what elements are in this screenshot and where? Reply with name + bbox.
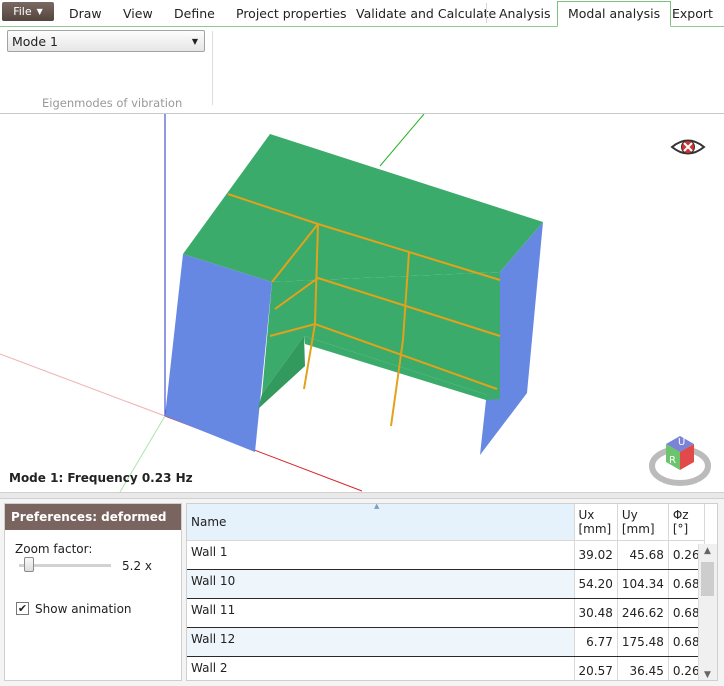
cell-ux: 39.02: [574, 540, 618, 570]
column-header-uy-label: Uy: [621, 508, 638, 522]
view-cube-icon[interactable]: U R: [648, 430, 712, 492]
cell-uy: 36.45: [617, 656, 669, 680]
file-menu-label: File: [13, 5, 32, 18]
mode-select[interactable]: Mode 1 ▼: [7, 30, 205, 52]
scroll-down-icon[interactable]: ▼: [704, 670, 711, 680]
cell-uy: 45.68: [617, 540, 669, 570]
table-row[interactable]: Wall 2 20.57 36.45 0.26: [187, 656, 705, 680]
zoom-factor-label: Zoom factor:: [15, 542, 93, 556]
menu-bar: File ▼ Draw View Define Project properti…: [0, 0, 724, 27]
column-header-ux-label: Ux: [578, 508, 595, 522]
ribbon: Mode 1 ▼ Eigenmodes of vibration: [0, 27, 724, 114]
mode-select-value: Mode 1: [12, 34, 58, 49]
column-header-uy[interactable]: Uy [mm]: [617, 504, 669, 541]
tab-draw[interactable]: Draw: [69, 6, 102, 21]
column-header-name-label: Name: [191, 515, 227, 529]
table-row[interactable]: Wall 10 54.20 104.34 0.68: [187, 569, 705, 599]
table-row[interactable]: Wall 12 6.77 175.48 0.68: [187, 627, 705, 657]
bottom-panel: Preferences: deformed view Zoom factor: …: [0, 499, 724, 686]
cell-name: Wall 11: [187, 598, 575, 628]
mode-frequency-caption: Mode 1: Frequency 0.23 Hz: [9, 471, 193, 485]
visibility-toggle-icon[interactable]: [670, 134, 706, 160]
view-cube-letter-u: U: [678, 437, 685, 448]
cell-ux: 6.77: [574, 627, 618, 657]
top-slab: [183, 134, 543, 282]
chevron-down-icon: ▼: [36, 7, 43, 16]
preferences-panel: Preferences: deformed view Zoom factor: …: [4, 503, 182, 681]
table-row[interactable]: Wall 11 30.48 246.62 0.68: [187, 598, 705, 628]
table-scrollbar[interactable]: ▲ ▼: [698, 544, 717, 680]
file-menu-button[interactable]: File ▼: [2, 2, 54, 21]
axis-x-negative: [0, 353, 166, 417]
column-header-phiz[interactable]: Φz [°]: [668, 504, 705, 541]
zoom-slider-thumb[interactable]: [23, 557, 34, 572]
zoom-factor-value: 5.2 x: [122, 559, 152, 573]
tab-validate-and-calculate[interactable]: Validate and Calculate: [356, 6, 496, 21]
column-header-ux-unit: [mm]: [578, 522, 612, 536]
model-view: [0, 114, 543, 492]
checkmark-icon: ✔: [17, 602, 28, 615]
tab-analysis[interactable]: Analysis: [499, 6, 551, 21]
column-header-phiz-unit: [°]: [672, 522, 689, 536]
column-header-name[interactable]: ▲ Name: [187, 503, 575, 541]
left-wall: [165, 254, 272, 452]
table-header-row: ▲ Name Ux [mm] Uy [mm] Φz [°]: [187, 503, 705, 541]
ribbon-group-separator: [212, 31, 213, 105]
tab-separator: [486, 3, 487, 23]
preferences-header: Preferences: deformed view: [5, 504, 181, 550]
tab-modal-analysis[interactable]: Modal analysis: [557, 1, 672, 27]
ribbon-group-label: Eigenmodes of vibration: [42, 96, 183, 110]
cell-name: Wall 10: [187, 569, 575, 599]
show-animation-label: Show animation: [35, 602, 132, 616]
results-table: ▲ Name Ux [mm] Uy [mm] Φz [°] Wall 1 39.…: [186, 503, 718, 681]
axis-y: [379, 114, 425, 167]
scrollbar-thumb[interactable]: [701, 562, 714, 596]
column-header-uy-unit: [mm]: [621, 522, 655, 536]
table-row[interactable]: Wall 1 39.02 45.68 0.26: [187, 540, 705, 570]
tab-define[interactable]: Define: [174, 6, 215, 21]
chevron-down-icon: ▼: [191, 37, 198, 46]
panel-splitter[interactable]: [0, 492, 724, 499]
cell-name: Wall 1: [187, 540, 575, 570]
tab-view[interactable]: View: [123, 6, 153, 21]
tab-export[interactable]: Export: [672, 6, 713, 21]
scroll-up-icon[interactable]: ▲: [704, 546, 711, 556]
column-header-phiz-label: Φz: [672, 508, 689, 522]
cell-name: Wall 12: [187, 627, 575, 657]
sort-ascending-icon: ▲: [374, 503, 380, 510]
cell-ux: 20.57: [574, 656, 618, 680]
show-animation-checkbox[interactable]: ✔: [16, 602, 29, 615]
cell-uy: 246.62: [617, 598, 669, 628]
tab-project-properties[interactable]: Project properties: [236, 6, 347, 21]
view-cube-letter-r: R: [669, 455, 676, 466]
cell-uy: 104.34: [617, 569, 669, 599]
cell-ux: 54.20: [574, 569, 618, 599]
3d-viewport[interactable]: U R Mode 1: Frequency 0.23 Hz: [0, 114, 724, 492]
cell-uy: 175.48: [617, 627, 669, 657]
results-grid: ▲ Name Ux [mm] Uy [mm] Φz [°] Wall 1 39.…: [187, 503, 705, 680]
back-wall: [262, 272, 500, 399]
cell-ux: 30.48: [574, 598, 618, 628]
cell-name: Wall 2: [187, 656, 575, 680]
column-header-ux[interactable]: Ux [mm]: [574, 504, 618, 541]
